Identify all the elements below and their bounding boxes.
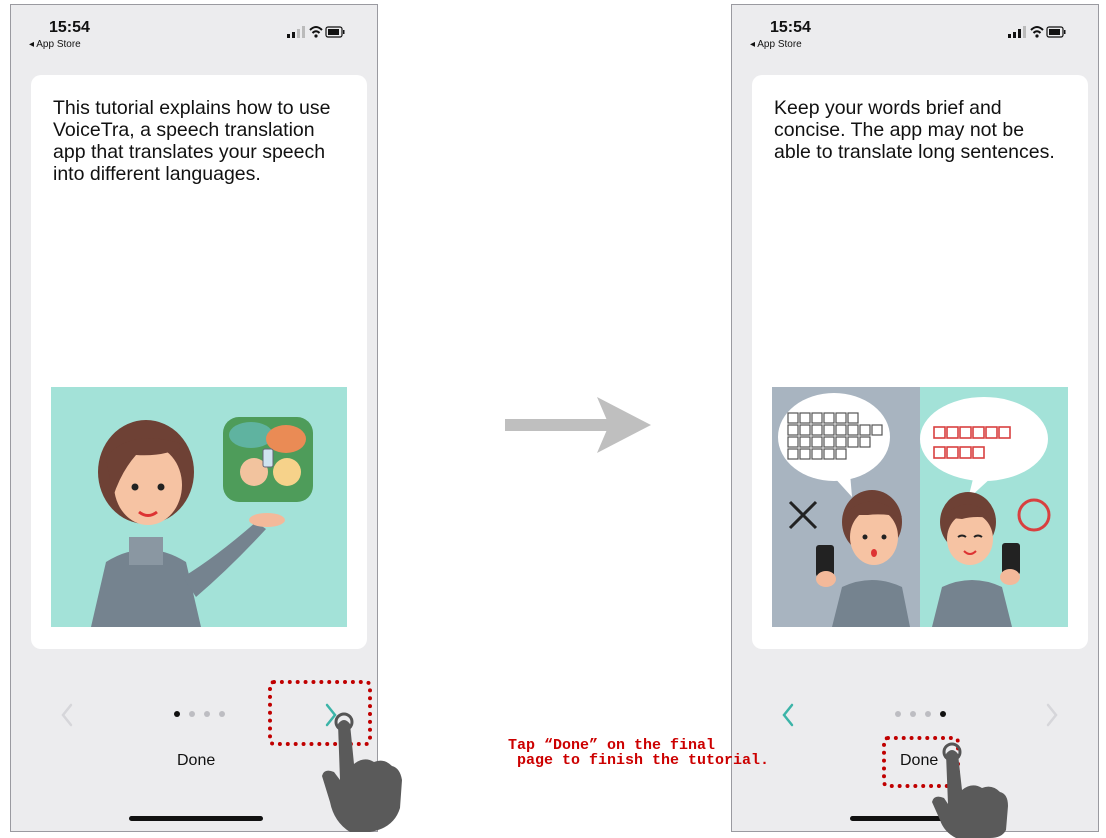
tutorial-text: Keep your words brief and concise. The a…	[774, 97, 1055, 163]
status-icons	[1008, 26, 1066, 38]
instruction-line-1: Tap “Done” on the final	[508, 737, 716, 754]
status-time: 15:54	[49, 19, 90, 36]
back-to-app-store-link[interactable]: ◂ App Store	[750, 39, 802, 50]
signal-icon	[1008, 26, 1026, 38]
previous-page-button[interactable]	[55, 699, 79, 731]
battery-icon	[325, 26, 345, 38]
battery-icon	[1046, 26, 1066, 38]
page-indicator	[174, 711, 225, 717]
back-to-app-store-link[interactable]: ◂ App Store	[29, 39, 81, 50]
instruction-line-2: page to finish the tutorial.	[508, 752, 770, 769]
tutorial-text: This tutorial explains how to use VoiceT…	[53, 97, 331, 185]
instruction-annotation: Tap “Done” on the final page to finish t…	[508, 738, 848, 768]
status-icons	[287, 26, 345, 38]
voicetra-intro-illustration	[51, 387, 347, 627]
home-indicator	[129, 816, 263, 821]
tutorial-card: This tutorial explains how to use VoiceT…	[31, 75, 367, 649]
status-time: 15:54	[770, 19, 811, 36]
phone-screen-right: 15:54 ◂ App Store Keep your words brief …	[731, 4, 1099, 832]
wifi-icon	[309, 26, 323, 38]
pointing-hand-icon	[322, 712, 402, 832]
brief-words-illustration	[772, 387, 1068, 627]
page-indicator	[895, 711, 946, 717]
pointing-hand-icon	[932, 742, 1008, 838]
wifi-icon	[1030, 26, 1044, 38]
next-page-button[interactable]	[1040, 699, 1064, 731]
previous-page-button[interactable]	[776, 699, 800, 731]
signal-icon	[287, 26, 305, 38]
done-button[interactable]: Done	[177, 752, 215, 770]
tutorial-card: Keep your words brief and concise. The a…	[752, 75, 1088, 649]
transition-arrow-icon	[505, 397, 651, 453]
